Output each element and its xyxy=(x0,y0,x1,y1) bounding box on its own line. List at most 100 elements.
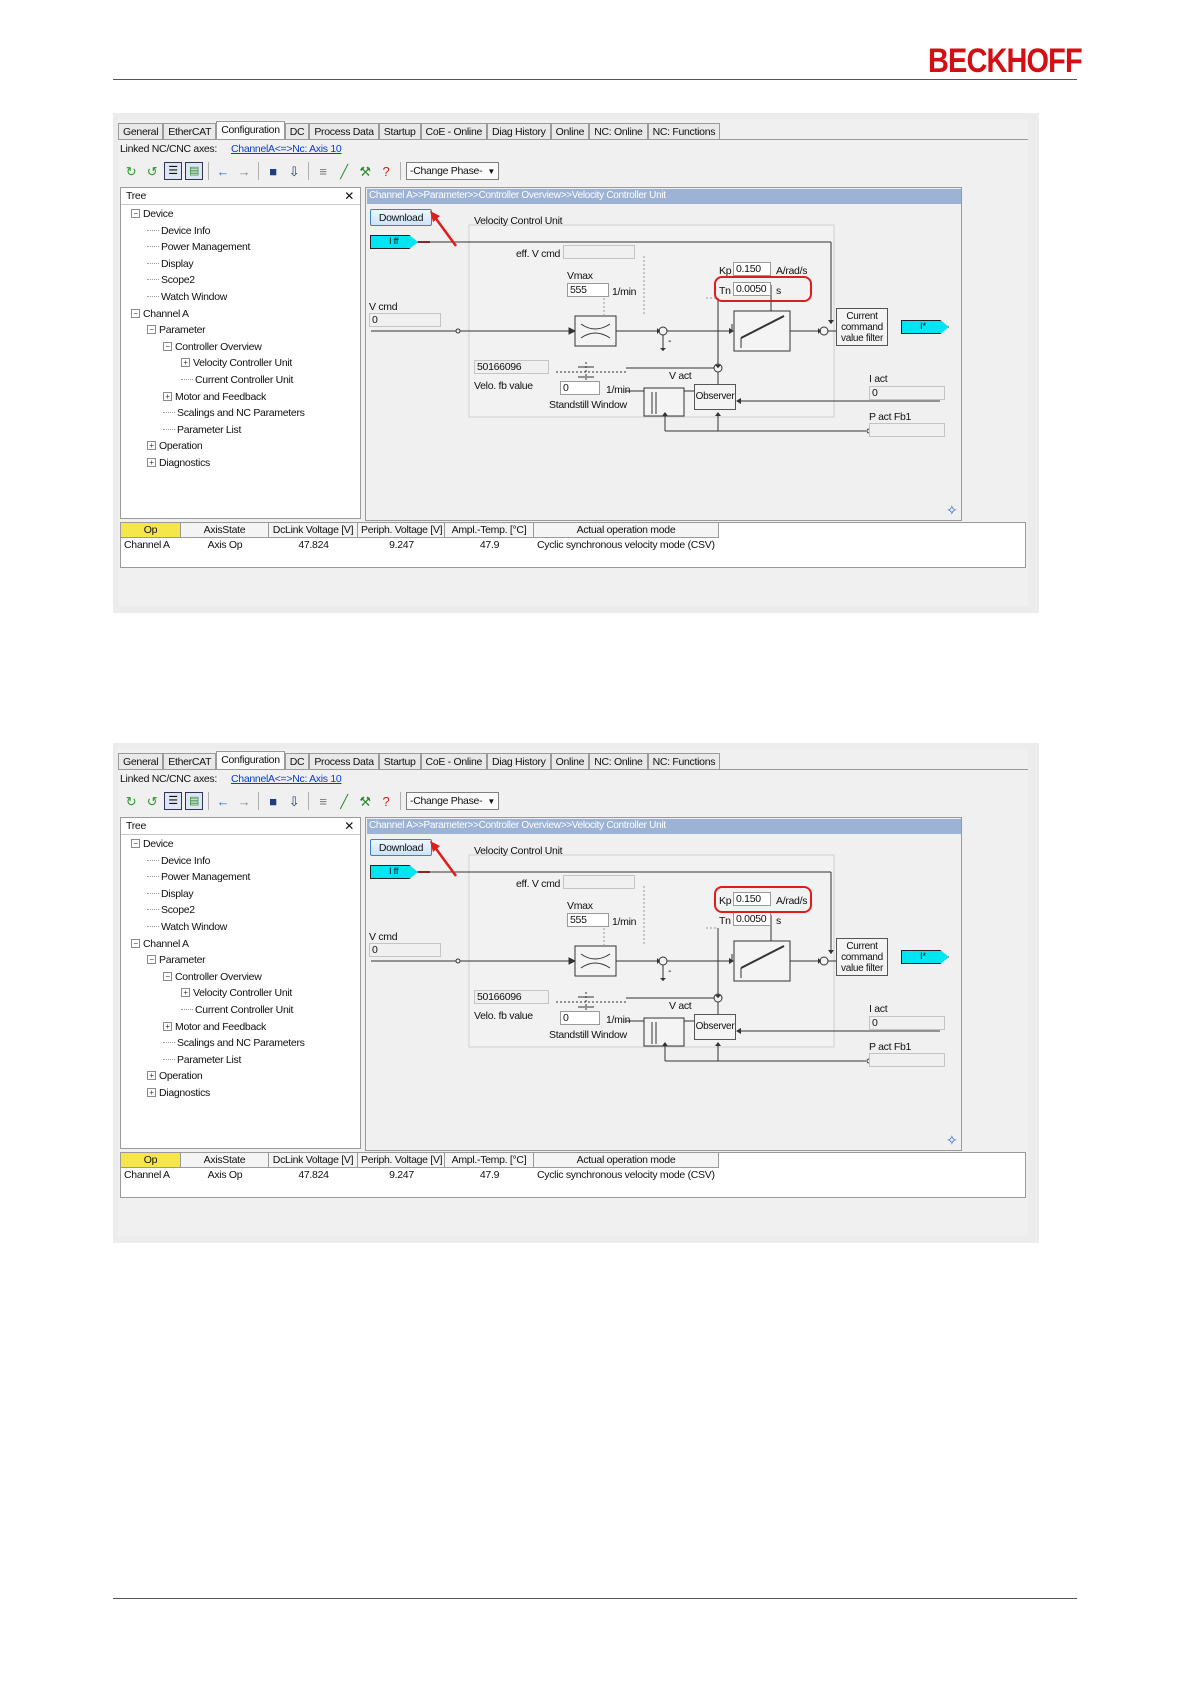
vmax-field[interactable]: 555 xyxy=(567,913,609,927)
expand-panel-icon[interactable]: ✧ xyxy=(946,502,958,519)
vmax-field[interactable]: 555 xyxy=(567,283,609,297)
tab-startup[interactable]: Startup xyxy=(378,753,421,769)
tab-nc-online[interactable]: NC: Online xyxy=(589,123,648,139)
tree-item[interactable]: Scalings and NC Parameters xyxy=(163,407,305,419)
help-icon[interactable]: ? xyxy=(377,162,395,180)
list-icon[interactable]: ≡ xyxy=(314,792,332,810)
collapse-icon[interactable]: − xyxy=(147,325,156,335)
reload-green-icon[interactable]: ↻ xyxy=(122,162,140,180)
tree-item[interactable]: + Motor and Feedback xyxy=(163,1021,266,1033)
collapse-icon[interactable]: − xyxy=(131,938,140,948)
tools-icon[interactable]: ⚒ xyxy=(356,792,374,810)
collapse-icon[interactable]: − xyxy=(163,341,172,351)
tree-item[interactable]: − Channel A xyxy=(131,308,189,320)
velo-fb-field[interactable]: 0 xyxy=(560,381,600,395)
tab-coe-online[interactable]: CoE - Online xyxy=(420,753,488,769)
collapse-icon[interactable]: − xyxy=(131,839,140,848)
tab-dc[interactable]: DC xyxy=(284,123,310,139)
tools-icon[interactable]: ⚒ xyxy=(356,162,374,180)
tab-online[interactable]: Online xyxy=(550,123,590,139)
tree-item[interactable]: Current Controller Unit xyxy=(181,1004,293,1016)
change-phase-select[interactable]: -Change Phase- ▼ xyxy=(406,792,499,810)
tree-view-icon[interactable]: ☰ xyxy=(164,162,182,180)
tree-item[interactable]: Power Management xyxy=(147,241,250,253)
change-phase-select[interactable]: -Change Phase- ▼ xyxy=(406,162,499,180)
tree-item[interactable]: + Velocity Controller Unit xyxy=(181,987,292,999)
table-view-icon[interactable]: ▤ xyxy=(185,792,203,810)
tab-nc-functions[interactable]: NC: Functions xyxy=(647,753,721,769)
tree-item[interactable]: − Channel A xyxy=(131,938,189,950)
table-view-icon[interactable]: ▤ xyxy=(185,162,203,180)
tab-process-data[interactable]: Process Data xyxy=(309,753,379,769)
tree-item[interactable]: Device Info xyxy=(147,225,211,237)
tree-item[interactable]: − Device xyxy=(131,208,174,220)
tree-item[interactable]: − Device xyxy=(131,838,174,850)
chart-icon[interactable]: ╱ xyxy=(335,792,353,810)
tree-item[interactable]: Display xyxy=(147,888,194,900)
tree-item[interactable]: + Diagnostics xyxy=(147,457,210,469)
tree-item[interactable]: Parameter List xyxy=(163,1054,241,1066)
tab-configuration[interactable]: Configuration xyxy=(216,121,285,140)
tab-configuration[interactable]: Configuration xyxy=(216,751,285,770)
back-arrow-icon[interactable]: ← xyxy=(214,792,232,810)
tree-item[interactable]: Power Management xyxy=(147,871,250,883)
tab-nc-functions[interactable]: NC: Functions xyxy=(647,123,721,139)
tree-item[interactable]: + Operation xyxy=(147,1070,203,1082)
tree-item[interactable]: + Diagnostics xyxy=(147,1087,210,1099)
expand-icon[interactable]: + xyxy=(181,358,190,368)
tab-online[interactable]: Online xyxy=(550,753,590,769)
tree-item[interactable]: + Operation xyxy=(147,440,203,452)
tab-ethercat[interactable]: EtherCAT xyxy=(163,123,217,139)
tree-item[interactable]: + Motor and Feedback xyxy=(163,391,266,403)
chart-icon[interactable]: ╱ xyxy=(335,162,353,180)
linked-axes-link[interactable]: ChannelA<=>Nc: Axis 10 xyxy=(231,143,342,155)
comment-icon[interactable]: ■ xyxy=(264,162,282,180)
collapse-icon[interactable]: − xyxy=(163,971,172,981)
expand-icon[interactable]: + xyxy=(147,1088,156,1097)
help-icon[interactable]: ? xyxy=(377,792,395,810)
tree-item[interactable]: Scalings and NC Parameters xyxy=(163,1037,305,1049)
linked-axes-link[interactable]: ChannelA<=>Nc: Axis 10 xyxy=(231,773,342,785)
tn-field[interactable]: 0.0050 xyxy=(733,912,771,926)
close-icon[interactable]: ✕ xyxy=(344,819,354,833)
tree-item[interactable]: Scope2 xyxy=(147,904,195,916)
expand-icon[interactable]: + xyxy=(181,988,190,998)
tree-item[interactable]: − Parameter xyxy=(147,954,206,966)
refresh-icon[interactable]: ↺ xyxy=(143,162,161,180)
tab-startup[interactable]: Startup xyxy=(378,123,421,139)
tab-general[interactable]: General xyxy=(118,753,164,769)
expand-icon[interactable]: + xyxy=(147,458,156,467)
collapse-icon[interactable]: − xyxy=(147,955,156,965)
expand-panel-icon[interactable]: ✧ xyxy=(946,1132,958,1149)
tree-item[interactable]: Parameter List xyxy=(163,424,241,436)
tab-ethercat[interactable]: EtherCAT xyxy=(163,753,217,769)
forward-arrow-icon[interactable]: → xyxy=(235,792,253,810)
expand-icon[interactable]: + xyxy=(163,391,172,401)
collapse-icon[interactable]: − xyxy=(131,308,140,318)
forward-arrow-icon[interactable]: → xyxy=(235,162,253,180)
import-icon[interactable]: ⇩ xyxy=(285,792,303,810)
close-icon[interactable]: ✕ xyxy=(344,189,354,203)
tab-coe-online[interactable]: CoE - Online xyxy=(420,123,488,139)
tree-item[interactable]: + Velocity Controller Unit xyxy=(181,357,292,369)
reload-green-icon[interactable]: ↻ xyxy=(122,792,140,810)
tab-dc[interactable]: DC xyxy=(284,753,310,769)
tree-item[interactable]: Current Controller Unit xyxy=(181,374,293,386)
expand-icon[interactable]: + xyxy=(147,441,156,451)
tree-item[interactable]: − Parameter xyxy=(147,324,206,336)
tree-item[interactable]: Watch Window xyxy=(147,291,227,303)
tab-process-data[interactable]: Process Data xyxy=(309,123,379,139)
tree-item[interactable]: Display xyxy=(147,258,194,270)
tree-item[interactable]: Watch Window xyxy=(147,921,227,933)
tree-item[interactable]: Device Info xyxy=(147,855,211,867)
tab-diag-history[interactable]: Diag History xyxy=(487,753,551,769)
import-icon[interactable]: ⇩ xyxy=(285,162,303,180)
kp-field[interactable]: 0.150 xyxy=(733,262,771,276)
tab-diag-history[interactable]: Diag History xyxy=(487,123,551,139)
expand-icon[interactable]: + xyxy=(163,1021,172,1031)
back-arrow-icon[interactable]: ← xyxy=(214,162,232,180)
tab-nc-online[interactable]: NC: Online xyxy=(589,753,648,769)
tree-view-icon[interactable]: ☰ xyxy=(164,792,182,810)
collapse-icon[interactable]: − xyxy=(131,209,140,218)
comment-icon[interactable]: ■ xyxy=(264,792,282,810)
